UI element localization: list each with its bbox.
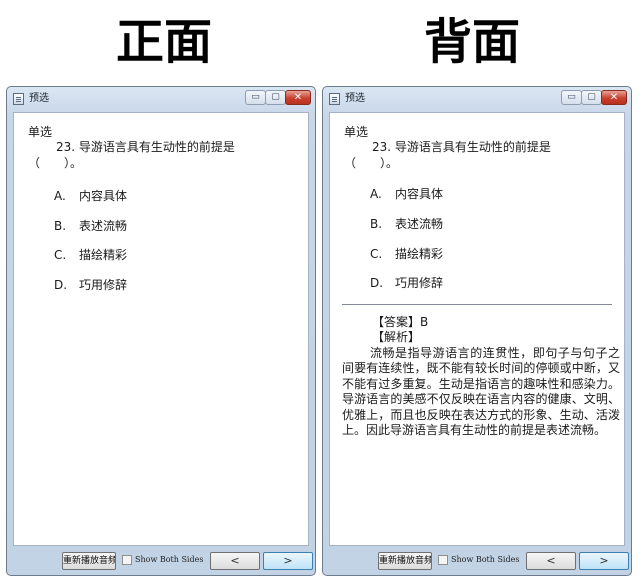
option-text: 表述流畅 <box>395 217 444 231</box>
answer-line: 【答案】B <box>372 315 429 329</box>
maximize-button[interactable]: ▢ <box>581 90 602 105</box>
option-letter: A. <box>370 187 382 201</box>
title-bar[interactable]: 预选 ▭ ▢ ✕ <box>7 87 315 111</box>
maximize-button[interactable]: ▢ <box>265 90 286 105</box>
option-letter: A. <box>54 189 66 203</box>
option-letter: C. <box>54 248 67 262</box>
show-both-sides-checkbox[interactable] <box>122 555 132 565</box>
question-type: 单选 <box>28 125 53 139</box>
analysis-label: 【解析】 <box>372 330 421 344</box>
close-button[interactable]: ✕ <box>601 90 627 105</box>
option-c[interactable]: C. 描绘精彩 <box>370 246 443 262</box>
title-bar[interactable]: 预选 ▭ ▢ ✕ <box>323 87 631 111</box>
question-type: 单选 <box>344 125 369 139</box>
option-text: 巧用修辞 <box>79 278 128 292</box>
replay-audio-button[interactable]: 重新播放音频 <box>62 552 116 570</box>
option-text: 巧用修辞 <box>395 276 444 290</box>
back-window: 预选 ▭ ▢ ✕ 单选 23. 导游语言具有生动性的前提是（ ）。 A. 内容具体… <box>322 86 632 576</box>
divider <box>342 304 612 305</box>
question-panel: 单选 23. 导游语言具有生动性的前提是（ ）。 A. 内容具体 B. 表述流畅 C… <box>13 112 309 546</box>
close-button[interactable]: ✕ <box>285 90 311 105</box>
option-letter: B. <box>54 219 67 233</box>
window-title: 预选 <box>345 93 365 104</box>
option-letter: D. <box>370 276 384 290</box>
previous-button[interactable]: < <box>526 552 576 570</box>
minimize-button[interactable]: ▭ <box>561 90 582 105</box>
option-a[interactable]: A. 内容具体 <box>54 188 127 204</box>
previous-button[interactable]: < <box>210 552 260 570</box>
front-heading: 正面 <box>115 14 212 70</box>
bottom-bar: 重新播放音频 Show Both Sides < > <box>7 546 315 575</box>
option-letter: B. <box>370 217 383 231</box>
next-button[interactable]: > <box>263 552 313 570</box>
minimize-button[interactable]: ▭ <box>245 90 266 105</box>
app-icon <box>13 93 24 105</box>
explanation-text: 流畅是指导游语言的连贯性，即句子与句子之间要有连续性，既不能有较长时间的停顿或中… <box>342 346 620 438</box>
option-letter: C. <box>370 247 383 261</box>
back-heading: 背面 <box>423 14 520 70</box>
window-title: 预选 <box>29 93 49 104</box>
question-text: 23. 导游语言具有生动性的前提是（ ）。 <box>344 140 551 170</box>
option-d[interactable]: D. 巧用修辞 <box>370 275 443 291</box>
front-window: 预选 ▭ ▢ ✕ 单选 23. 导游语言具有生动性的前提是（ ）。 A. 内容具体… <box>6 86 316 576</box>
option-text: 描绘精彩 <box>395 247 444 261</box>
option-b[interactable]: B. 表述流畅 <box>370 216 443 232</box>
bottom-bar: 重新播放音频 Show Both Sides < > <box>323 546 631 575</box>
option-a[interactable]: A. 内容具体 <box>370 186 443 202</box>
option-letter: D. <box>54 278 68 292</box>
option-c[interactable]: C. 描绘精彩 <box>54 247 127 263</box>
next-button[interactable]: > <box>579 552 629 570</box>
option-text: 内容具体 <box>79 189 128 203</box>
show-both-sides-label: Show Both Sides <box>451 555 520 564</box>
option-text: 描绘精彩 <box>79 248 128 262</box>
option-d[interactable]: D. 巧用修辞 <box>54 277 127 293</box>
option-text: 内容具体 <box>395 187 444 201</box>
option-b[interactable]: B. 表述流畅 <box>54 218 127 234</box>
show-both-sides-checkbox[interactable] <box>438 555 448 565</box>
question-text: 23. 导游语言具有生动性的前提是（ ）。 <box>28 140 235 170</box>
app-icon <box>329 93 340 105</box>
answer-panel: 单选 23. 导游语言具有生动性的前提是（ ）。 A. 内容具体 B. 表述流畅 C… <box>329 112 625 546</box>
option-text: 表述流畅 <box>79 219 128 233</box>
show-both-sides-label: Show Both Sides <box>135 555 204 564</box>
replay-audio-button[interactable]: 重新播放音频 <box>378 552 432 570</box>
